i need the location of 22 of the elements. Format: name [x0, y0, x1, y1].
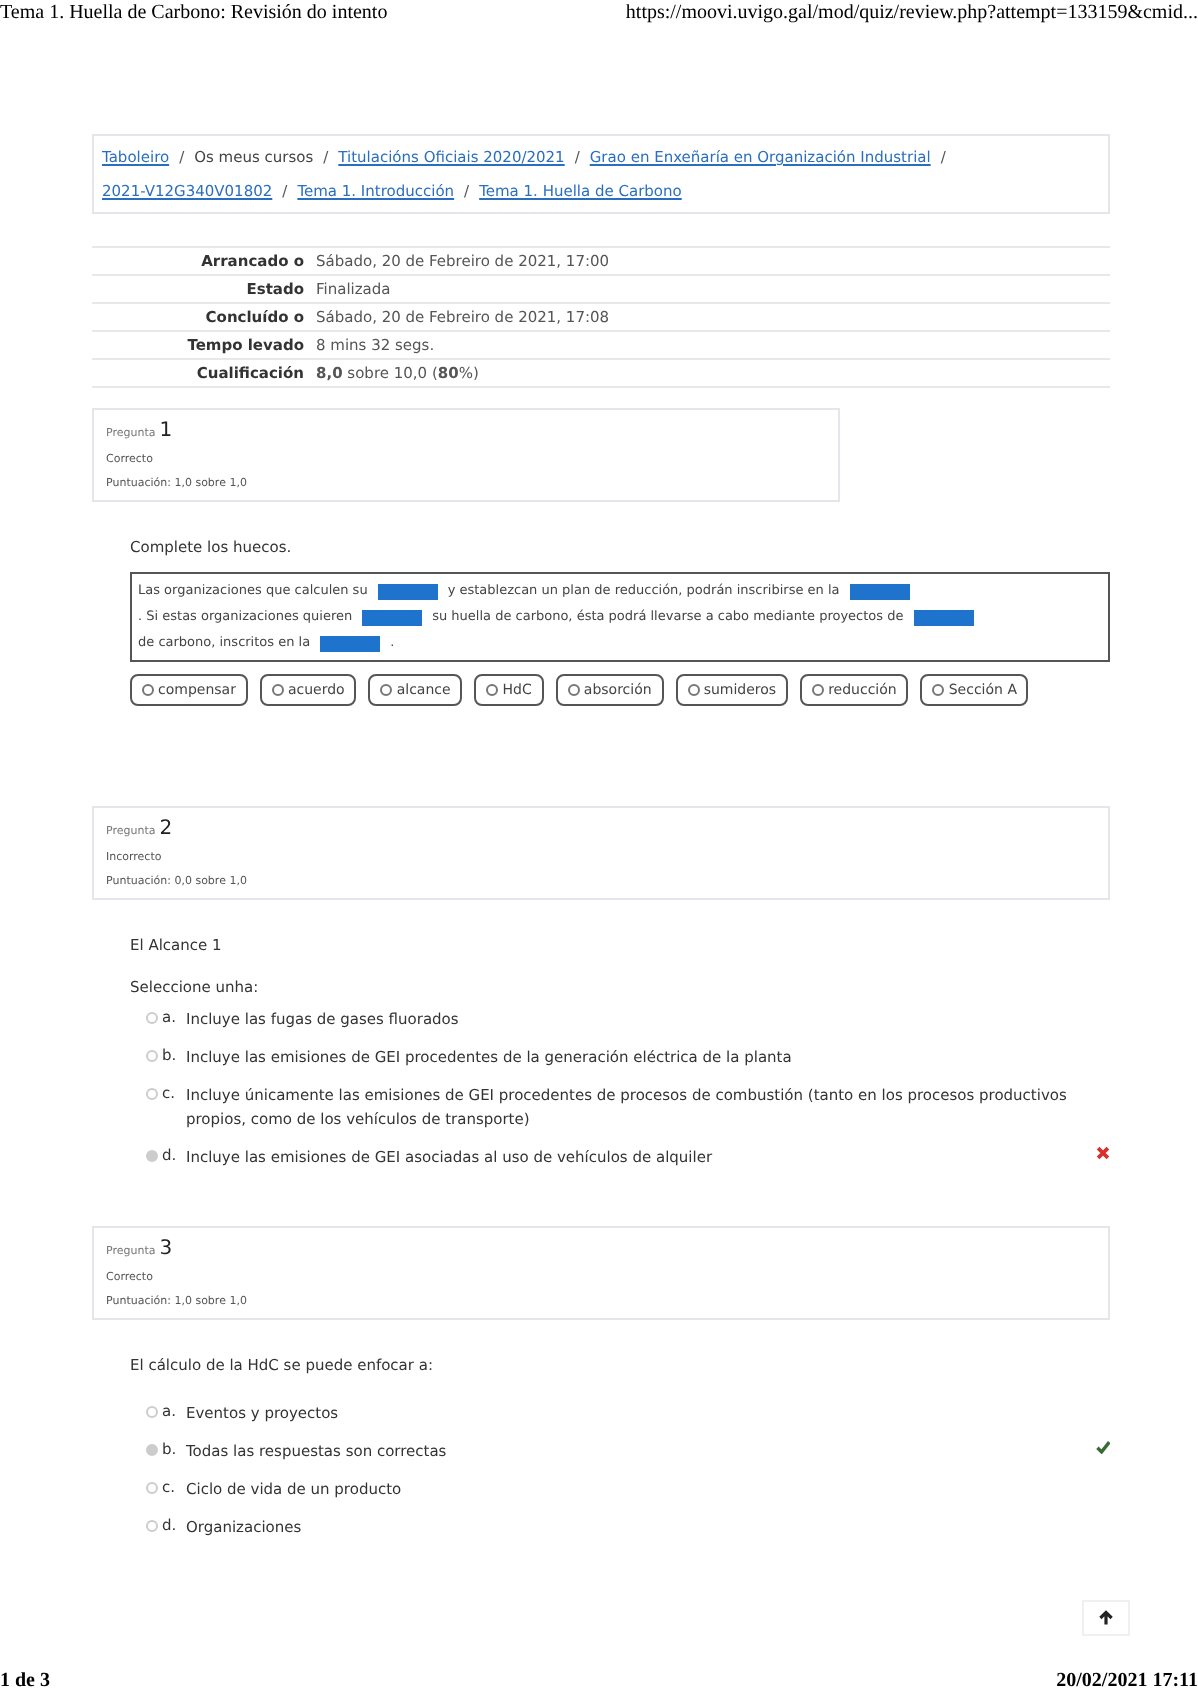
print-url: https://moovi.uvigo.gal/mod/quiz/review.php?attempt=133159&cmid... — [625, 2, 1198, 24]
drop-zone[interactable] — [849, 583, 910, 599]
drop-zone[interactable] — [913, 609, 974, 625]
radio-button[interactable] — [146, 1050, 158, 1062]
drop-zone[interactable] — [377, 583, 438, 599]
drop-zone[interactable] — [362, 609, 423, 625]
radio-button[interactable] — [146, 1088, 158, 1100]
radio-button[interactable] — [146, 1520, 158, 1532]
radio-button[interactable] — [146, 1444, 158, 1456]
radio-button[interactable] — [146, 1406, 158, 1418]
radio-button[interactable] — [146, 1150, 158, 1162]
radio-button[interactable] — [146, 1482, 158, 1494]
back-to-top-button[interactable] — [1082, 1600, 1130, 1636]
print-date: 20/02/2021 17:11 — [1056, 1670, 1198, 1692]
arrow-up-icon — [1098, 1610, 1114, 1626]
print-title: Tema 1. Huella de Carbono: Revisión do intento — [0, 2, 388, 24]
question-number: 3 — [159, 1238, 173, 1260]
page-number: 1 de 3 — [0, 1670, 50, 1692]
drop-zone[interactable] — [320, 635, 381, 651]
question-number: 1 — [159, 420, 173, 442]
question-number: 2 — [159, 818, 173, 840]
radio-button[interactable] — [146, 1012, 158, 1024]
